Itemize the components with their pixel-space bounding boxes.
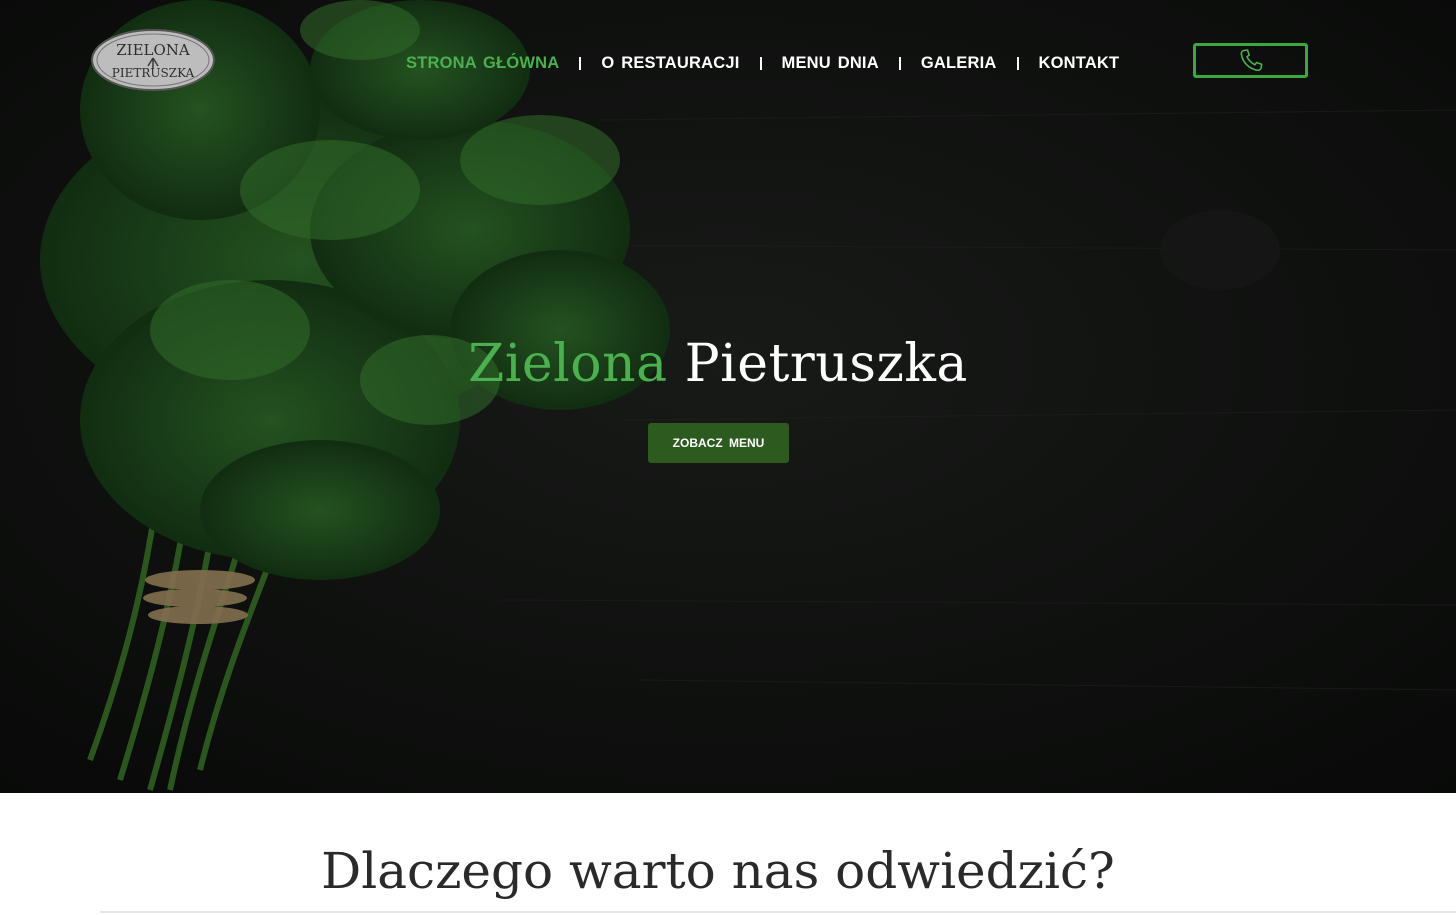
nav-item-about[interactable]: O RESTAURACJI [591,54,749,73]
phone-icon [1240,48,1262,71]
nav-separator [579,56,582,70]
nav-separator [1016,56,1019,70]
nav-item-home[interactable]: STRONA GŁÓWNA [396,54,569,73]
logo-text-line1: ZIELONA [116,41,190,59]
main-nav: STRONA GŁÓWNA O RESTAURACJI MENU DNIA GA… [396,50,1129,76]
nav-separator [898,56,901,70]
nav-item-contact[interactable]: KONTAKT [1029,54,1130,73]
phone-button[interactable] [1193,43,1308,78]
logo-text-line2: PIETRUSZKA [112,66,195,80]
hero-title-white: Pietruszka [684,334,968,394]
see-menu-button[interactable]: ZOBACZ MENU [648,423,789,463]
hero-section: ZIELONA PIETRUSZKA STRONA GŁÓWNA O RESTA… [0,0,1456,793]
hero-title: Zielona Pietruszka [0,334,1436,394]
parsley-background-image [0,0,1456,793]
nav-item-daily-menu[interactable]: MENU DNIA [772,54,889,73]
hero-title-green: Zielona [468,334,668,394]
divider [100,911,1456,913]
site-logo[interactable]: ZIELONA PIETRUSZKA [90,28,216,92]
nav-item-gallery[interactable]: GALERIA [911,54,1007,73]
section-title: Dlaczego warto nas odwiedzić? [321,842,1115,900]
nav-separator [759,56,762,70]
